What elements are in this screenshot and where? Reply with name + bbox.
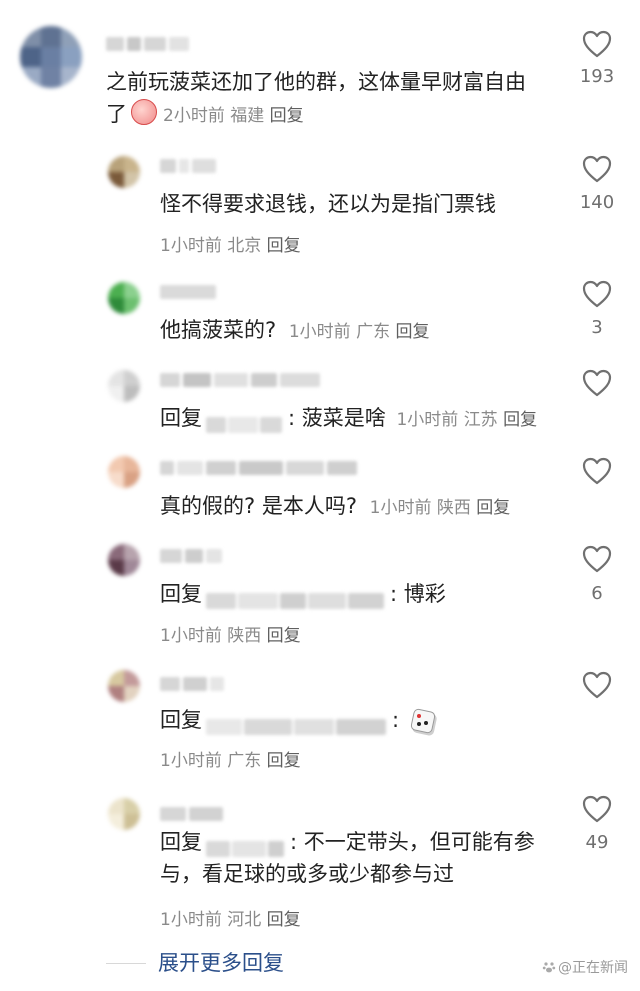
avatar[interactable] — [108, 456, 140, 488]
comment-text: 怪不得要求退钱，还以为是指门票钱 — [160, 192, 496, 216]
mentioned-user[interactable] — [206, 586, 386, 609]
comment-meta: 1小时前 江苏 回复 — [396, 410, 538, 430]
like-button[interactable] — [582, 457, 612, 485]
comment-meta: 1小时前 北京 回复 — [160, 236, 301, 256]
username[interactable] — [160, 372, 323, 388]
mentioned-user[interactable] — [206, 410, 284, 433]
username[interactable] — [160, 460, 360, 476]
avatar[interactable] — [108, 544, 140, 576]
comment-meta: 1小时前 广东 回复 — [288, 322, 430, 342]
heart-outline-icon — [582, 795, 612, 823]
heart-outline-icon — [582, 280, 612, 308]
reply-button[interactable]: 回复 — [267, 910, 301, 930]
reply-button[interactable]: 回复 — [267, 626, 301, 646]
username[interactable] — [106, 36, 192, 52]
username[interactable] — [160, 284, 219, 300]
mentioned-user[interactable] — [206, 712, 388, 735]
avatar[interactable] — [108, 798, 140, 830]
reply-button[interactable]: 回复 — [476, 498, 510, 518]
avatar[interactable] — [108, 670, 140, 702]
like-count: 193 — [579, 66, 615, 87]
expand-replies-divider — [106, 963, 146, 964]
username[interactable] — [160, 158, 219, 174]
avatar[interactable] — [108, 282, 140, 314]
reply-button[interactable]: 回复 — [267, 751, 301, 771]
like-count: 6 — [591, 583, 603, 604]
peach-emoji-icon — [131, 99, 157, 125]
heart-outline-icon — [582, 671, 612, 699]
comment-text: 之前玩菠菜还加了他的群，这体量早财富自由了 2小时前 福建 回复 — [106, 70, 526, 126]
comment-meta: 2小时前 福建 回复 — [163, 106, 304, 126]
reply-button[interactable]: 回复 — [395, 322, 429, 342]
like-button[interactable] — [582, 155, 612, 183]
like-count: 3 — [591, 317, 603, 338]
comment-text: 他搞菠菜的? 1小时前 广东 回复 — [160, 318, 430, 342]
heart-outline-icon — [582, 369, 612, 397]
like-count: 140 — [579, 192, 615, 213]
avatar[interactable] — [108, 156, 140, 188]
like-button[interactable] — [582, 795, 612, 823]
like-button[interactable] — [582, 545, 612, 573]
username[interactable] — [160, 806, 226, 822]
like-count: 49 — [585, 832, 609, 853]
comment-text: 回复: — [160, 704, 436, 736]
like-button[interactable] — [582, 30, 612, 58]
heart-outline-icon — [582, 155, 612, 183]
comment-meta: 1小时前 陕西 回复 — [369, 498, 511, 518]
avatar[interactable] — [108, 370, 140, 402]
mentioned-user[interactable] — [206, 834, 286, 857]
comment-text: 回复: 不一定带头，但可能有参与，看足球的或多或少都参与过 — [160, 830, 535, 886]
comment-meta: 1小时前 河北 回复 — [160, 910, 301, 930]
comment-text: 回复: 菠菜是啥 1小时前 江苏 回复 — [160, 402, 537, 436]
comment-meta: 1小时前 广东 回复 — [160, 751, 301, 771]
watermark: @正在新闻 — [542, 957, 628, 977]
heart-outline-icon — [582, 30, 612, 58]
heart-outline-icon — [582, 457, 612, 485]
like-button[interactable] — [582, 280, 612, 308]
username[interactable] — [160, 676, 227, 692]
username[interactable] — [160, 548, 225, 564]
reply-button[interactable]: 回复 — [270, 106, 304, 126]
comment-meta: 1小时前 陕西 回复 — [160, 626, 301, 646]
dice-emoji-icon — [409, 707, 436, 735]
heart-outline-icon — [582, 545, 612, 573]
like-button[interactable] — [582, 671, 612, 699]
reply-button[interactable]: 回复 — [267, 236, 301, 256]
comment-text: 回复: 博彩 — [160, 578, 446, 610]
like-button[interactable] — [582, 369, 612, 397]
avatar[interactable] — [20, 26, 82, 88]
expand-more-replies-button[interactable]: 展开更多回复 — [158, 947, 284, 977]
reply-button[interactable]: 回复 — [503, 410, 537, 430]
comment-text: 真的假的? 是本人吗? 1小时前 陕西 回复 — [160, 494, 511, 518]
paw-logo-icon — [542, 960, 556, 974]
